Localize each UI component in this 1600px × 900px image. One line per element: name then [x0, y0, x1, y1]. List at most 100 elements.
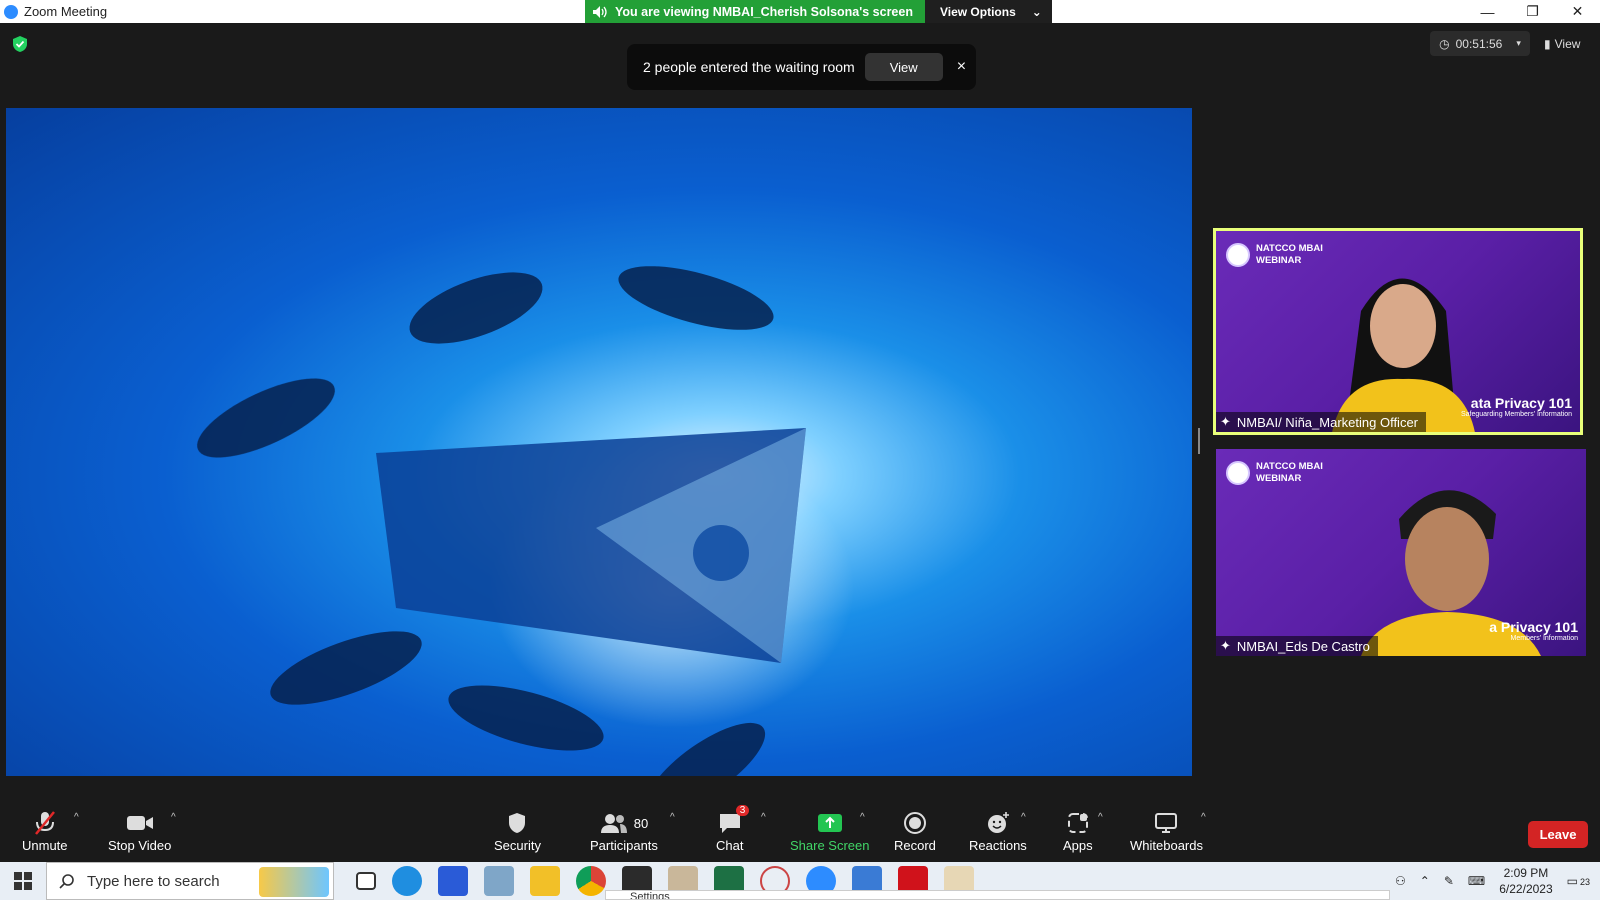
slide-subtitle: Safeguarding Members' Information — [1460, 411, 1572, 418]
participants-button[interactable]: 80 Participants — [590, 808, 658, 853]
apps-options-caret[interactable]: ^ — [1098, 812, 1103, 823]
pin-icon: ✦ — [1220, 414, 1231, 429]
chevron-down-icon: ▾ — [1516, 38, 1521, 48]
whiteboards-button[interactable]: Whiteboards — [1130, 808, 1203, 853]
taskbar-clock[interactable]: 2:09 PM 6/22/2023 — [1499, 865, 1552, 897]
window-title: Zoom Meeting — [24, 4, 108, 19]
window-controls: — ❐ ✕ — [1465, 0, 1600, 23]
stop-video-label: Stop Video — [108, 838, 172, 853]
security-button[interactable]: Security — [494, 808, 541, 853]
chevron-up-icon[interactable]: ⌃ — [1420, 874, 1430, 888]
windows-logo-icon — [14, 872, 32, 890]
tile-brand-text: NATCCO MBAI WEBINAR — [1256, 461, 1323, 485]
settings-popup-preview[interactable]: Settings — [605, 890, 1390, 900]
apps-button[interactable]: Apps — [1063, 808, 1093, 853]
notification-text: 2 people entered the waiting room — [643, 59, 855, 75]
reactions-button[interactable]: Reactions — [969, 808, 1027, 853]
taskbar-search-box[interactable]: Type here to search — [46, 862, 334, 900]
close-window-button[interactable]: ✕ — [1555, 0, 1600, 23]
unmute-button[interactable]: Unmute — [22, 808, 68, 853]
participant-name: NMBAI_Eds De Castro — [1236, 638, 1370, 654]
security-shield-icon — [509, 813, 526, 833]
notifications-icon[interactable]: ▭ 23 — [1567, 874, 1590, 888]
notifications-count: 23 — [1579, 877, 1590, 887]
meeting-timer[interactable]: ◷ 00:51:56 ▾ — [1430, 31, 1530, 56]
clock-icon: ◷ — [1439, 36, 1450, 51]
system-tray: ⚇ ⌃ ✎ ⌨ 2:09 PM 6/22/2023 ▭ 23 — [1395, 862, 1600, 900]
participants-icon — [600, 814, 627, 833]
chrome-browser-icon[interactable] — [576, 866, 606, 896]
settings-popup-label: Settings — [630, 891, 670, 900]
share-options-caret[interactable]: ^ — [860, 812, 865, 823]
edge-browser-icon[interactable] — [392, 866, 422, 896]
pin-icon: ✦ — [1220, 638, 1231, 653]
start-button[interactable] — [0, 862, 46, 900]
participants-label: Participants — [590, 838, 658, 853]
view-options-label: View Options — [939, 4, 1016, 19]
brand-line-1: NATCCO MBAI — [1256, 461, 1323, 472]
share-screen-button[interactable]: Share Screen — [790, 808, 870, 853]
participant-tile[interactable]: NATCCO MBAI WEBINAR ata Privacy 101 Safe… — [1213, 228, 1583, 435]
search-icon — [59, 874, 74, 889]
reactions-label: Reactions — [969, 838, 1027, 853]
file-app-icon[interactable] — [484, 866, 514, 896]
reactions-options-caret[interactable]: ^ — [1021, 812, 1026, 823]
video-options-caret[interactable]: ^ — [171, 812, 176, 823]
participants-options-caret[interactable]: ^ — [670, 812, 675, 823]
share-banner-text: You are viewing NMBAI_Cherish Solsona's … — [615, 4, 913, 19]
file-explorer-icon[interactable] — [530, 866, 560, 896]
restore-button[interactable]: ❐ — [1510, 0, 1555, 23]
slide-title: a Privacy 101 — [1489, 619, 1578, 635]
natcco-logo-icon — [1226, 461, 1250, 485]
chat-options-caret[interactable]: ^ — [761, 812, 766, 823]
search-highlight-icon — [259, 867, 329, 897]
unmute-label: Unmute — [22, 838, 68, 853]
slide-title: ata Privacy 101 — [1470, 395, 1572, 411]
share-screen-label: Share Screen — [790, 838, 870, 853]
minimize-button[interactable]: — — [1465, 0, 1510, 23]
task-view-icon[interactable] — [356, 872, 376, 890]
brand-line-2: WEBINAR — [1256, 473, 1302, 484]
view-options-button[interactable]: View Options ⌄ — [924, 0, 1052, 23]
encryption-shield-icon[interactable] — [12, 36, 28, 52]
chat-unread-badge: 3 — [735, 805, 750, 816]
pen-icon[interactable]: ✎ — [1444, 874, 1454, 888]
record-button[interactable]: Record — [894, 808, 936, 853]
clock-time: 2:09 PM — [1503, 866, 1549, 880]
view-layout-label: View — [1554, 36, 1581, 51]
audio-options-caret[interactable]: ^ — [74, 812, 79, 823]
search-placeholder: Type here to search — [87, 872, 220, 890]
keyboard-icon[interactable]: ⌨ — [1468, 874, 1485, 888]
clock-date: 6/22/2023 — [1499, 882, 1553, 896]
timer-value: 00:51:56 — [1455, 36, 1503, 51]
view-layout-button[interactable]: ▮ View — [1544, 31, 1580, 56]
panel-resize-handle[interactable] — [1198, 428, 1200, 454]
smiley-plus-icon — [987, 812, 1009, 833]
slide-overlay: a Privacy 101 Members' Information — [1489, 619, 1578, 642]
chat-label: Chat — [716, 838, 744, 853]
record-icon — [903, 812, 926, 834]
people-icon[interactable]: ⚇ — [1395, 874, 1406, 888]
mail-app-icon[interactable] — [438, 866, 468, 896]
meeting-toolbar: Unmute ^ Stop Video ^ Security 80 Partic… — [0, 805, 1600, 862]
security-label: Security — [494, 838, 541, 853]
participants-count: 80 — [633, 815, 649, 831]
chat-button[interactable]: 3 Chat — [716, 805, 750, 853]
leave-button[interactable]: Leave — [1528, 821, 1588, 848]
participant-name-label: ✦ NMBAI/ Niña_Marketing Officer — [1216, 412, 1427, 432]
share-banner: You are viewing NMBAI_Cherish Solsona's … — [585, 0, 1052, 23]
notification-close-button[interactable]: × — [957, 58, 966, 76]
apps-icon — [1067, 813, 1088, 833]
waiting-room-notification: 2 people entered the waiting room View × — [627, 44, 976, 90]
speaker-icon — [593, 5, 607, 18]
shared-screen-image — [197, 266, 906, 776]
slide-subtitle: Members' Information — [1510, 635, 1578, 642]
notification-view-button[interactable]: View — [864, 53, 943, 81]
stop-video-button[interactable]: Stop Video — [108, 808, 171, 853]
whiteboards-options-caret[interactable]: ^ — [1201, 812, 1206, 823]
muted-microphone-icon — [34, 811, 55, 835]
zoom-logo-icon — [4, 4, 18, 19]
video-camera-icon — [126, 816, 153, 830]
participant-tile[interactable]: NATCCO MBAI WEBINAR a Privacy 101 Member… — [1216, 449, 1586, 656]
participant-name-label: ✦ NMBAI_Eds De Castro — [1216, 636, 1378, 656]
